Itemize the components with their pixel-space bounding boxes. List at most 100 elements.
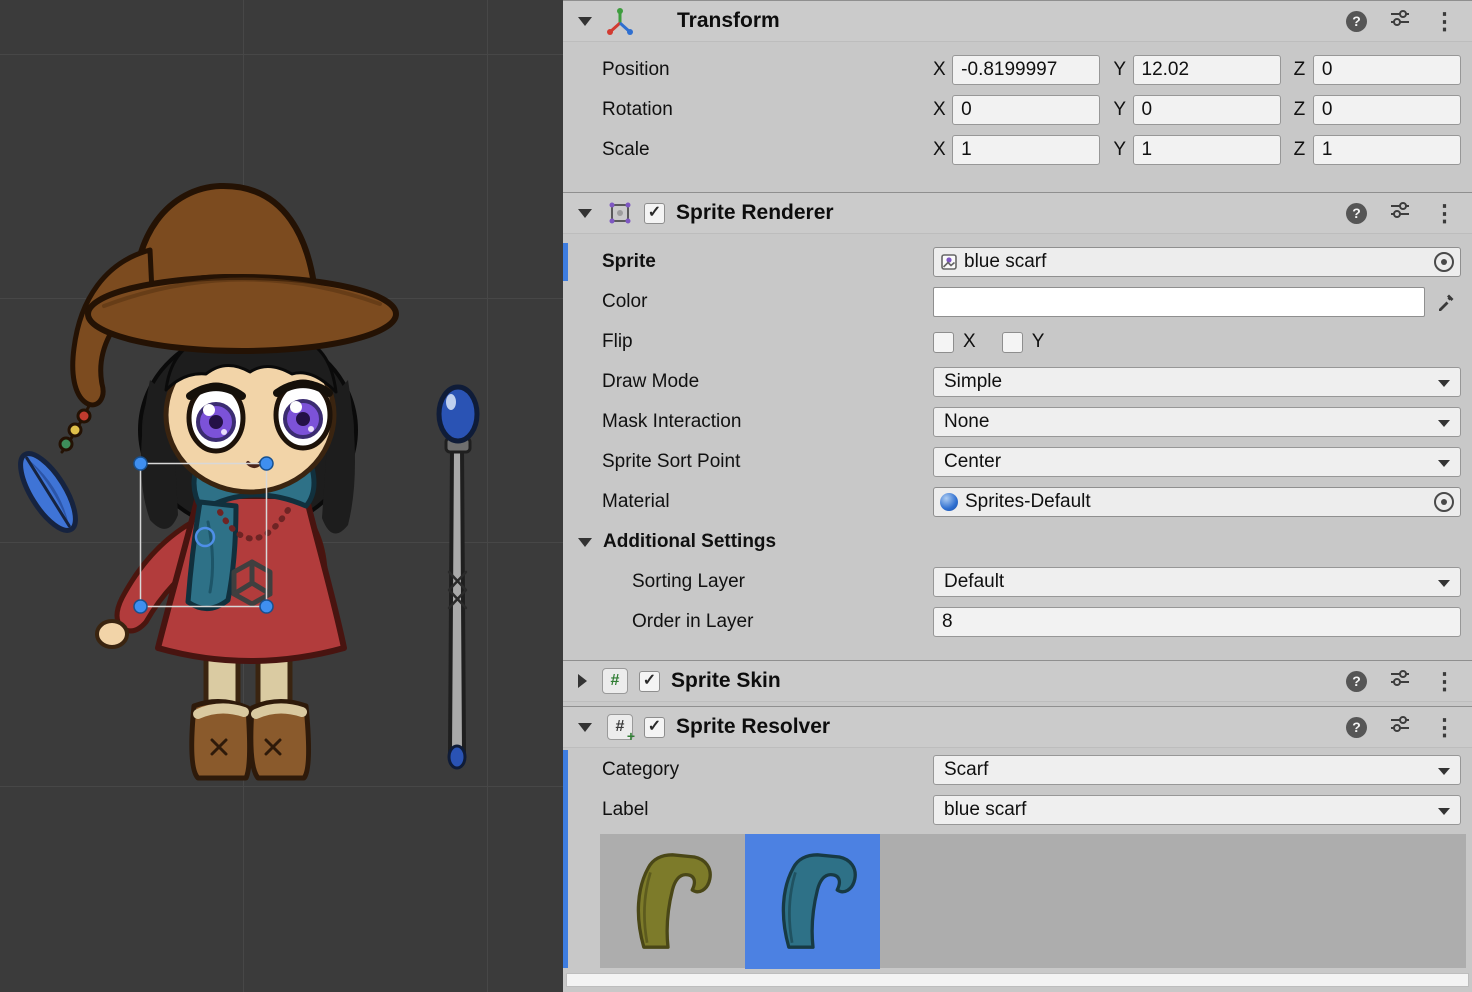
position-x-field[interactable] xyxy=(952,55,1100,85)
x-axis-label: X xyxy=(933,99,952,121)
z-axis-label: Z xyxy=(1294,59,1313,81)
sprite-renderer-header[interactable]: Sprite Renderer ? ⋮ xyxy=(563,192,1472,234)
more-menu-icon[interactable]: ⋮ xyxy=(1433,10,1456,33)
sprite-skin-header[interactable]: # Sprite Skin ? ⋮ xyxy=(563,660,1472,702)
order-in-layer-label: Order in Layer xyxy=(632,611,933,633)
foldout-open-icon[interactable] xyxy=(578,538,592,547)
script-plus-icon: #+ xyxy=(606,713,634,741)
scene-view[interactable] xyxy=(0,0,563,992)
flip-y-checkbox[interactable] xyxy=(1002,332,1023,353)
presets-icon[interactable] xyxy=(1389,199,1411,227)
order-in-layer-field[interactable] xyxy=(933,607,1461,637)
position-row: Position X Y Z xyxy=(563,50,1472,90)
object-picker-icon[interactable] xyxy=(1434,492,1454,512)
sprite-row: Sprite blue scarf xyxy=(563,242,1472,282)
sorting-layer-label: Sorting Layer xyxy=(632,571,933,593)
flip-x-label: X xyxy=(963,331,976,353)
sprite-resolver-title: Sprite Resolver xyxy=(676,715,830,739)
position-z-field[interactable] xyxy=(1313,55,1461,85)
eyedropper-icon[interactable] xyxy=(1431,287,1461,317)
mask-interaction-dropdown[interactable]: None xyxy=(933,407,1461,437)
mask-interaction-value: None xyxy=(944,411,989,433)
help-icon[interactable]: ? xyxy=(1346,11,1367,32)
label-value: blue scarf xyxy=(944,799,1026,821)
flip-x-checkbox[interactable] xyxy=(933,332,954,353)
color-swatch[interactable] xyxy=(933,287,1425,317)
transform-header[interactable]: Transform ? ⋮ xyxy=(563,0,1472,42)
material-object-field[interactable]: Sprites-Default xyxy=(933,487,1461,517)
more-menu-icon[interactable]: ⋮ xyxy=(1433,670,1456,693)
sprite-thumbnail-icon xyxy=(940,253,958,271)
material-sphere-icon xyxy=(940,493,958,511)
help-icon[interactable]: ? xyxy=(1346,717,1367,738)
label-row: Label blue scarf xyxy=(563,790,1472,830)
sprite-sort-point-label: Sprite Sort Point xyxy=(602,451,933,473)
additional-settings-row[interactable]: Additional Settings xyxy=(563,522,1472,562)
object-picker-icon[interactable] xyxy=(1434,252,1454,272)
sorting-layer-dropdown[interactable]: Default xyxy=(933,567,1461,597)
foldout-open-icon[interactable] xyxy=(578,17,592,26)
sprite-object-field[interactable]: blue scarf xyxy=(933,247,1461,277)
horizontal-scrollbar[interactable] xyxy=(566,973,1469,987)
scene-canvas[interactable] xyxy=(0,0,563,992)
unity-editor-window: Transform ? ⋮ Position X Y Z xyxy=(0,0,1472,992)
draw-mode-dropdown[interactable]: Simple xyxy=(933,367,1461,397)
sprite-sort-point-row: Sprite Sort Point Center xyxy=(563,442,1472,482)
rotation-y-field[interactable] xyxy=(1133,95,1281,125)
rotation-fields: X Y Z xyxy=(933,95,1461,125)
material-row: Material Sprites-Default xyxy=(563,482,1472,522)
presets-icon[interactable] xyxy=(1389,7,1411,35)
rotation-z-field[interactable] xyxy=(1313,95,1461,125)
category-label: Category xyxy=(602,759,933,781)
scale-y-field[interactable] xyxy=(1133,135,1281,165)
color-row: Color xyxy=(563,282,1472,322)
foldout-closed-icon[interactable] xyxy=(578,674,587,688)
more-menu-icon[interactable]: ⋮ xyxy=(1433,716,1456,739)
category-row: Category Scarf xyxy=(563,750,1472,790)
scale-z-field[interactable] xyxy=(1313,135,1461,165)
label-dropdown[interactable]: blue scarf xyxy=(933,795,1461,825)
flip-label: Flip xyxy=(602,331,933,353)
position-label: Position xyxy=(602,59,933,81)
sprite-renderer-icon xyxy=(606,199,634,227)
sprite-resolver-enabled-checkbox[interactable] xyxy=(644,717,665,738)
foldout-open-icon[interactable] xyxy=(578,723,592,732)
mask-interaction-row: Mask Interaction None xyxy=(563,402,1472,442)
position-fields: X Y Z xyxy=(933,55,1461,85)
presets-icon[interactable] xyxy=(1389,713,1411,741)
scale-x-field[interactable] xyxy=(952,135,1100,165)
sprite-resolver-body: Category Scarf Label blue scarf xyxy=(563,748,1472,830)
presets-icon[interactable] xyxy=(1389,667,1411,695)
rotation-x-field[interactable] xyxy=(952,95,1100,125)
z-axis-label: Z xyxy=(1294,99,1313,121)
inspector-panel: Transform ? ⋮ Position X Y Z xyxy=(563,0,1472,992)
help-icon[interactable]: ? xyxy=(1346,671,1367,692)
sprite-skin-enabled-checkbox[interactable] xyxy=(639,671,660,692)
order-in-layer-row: Order in Layer xyxy=(563,602,1472,642)
help-icon[interactable]: ? xyxy=(1346,203,1367,224)
sorting-layer-row: Sorting Layer Default xyxy=(563,562,1472,602)
sprite-renderer-title: Sprite Renderer xyxy=(676,201,834,225)
position-y-field[interactable] xyxy=(1133,55,1281,85)
inspector-bottom-strip xyxy=(563,968,1472,992)
sprite-label: Sprite xyxy=(602,251,933,273)
more-menu-icon[interactable]: ⋮ xyxy=(1433,202,1456,225)
category-dropdown[interactable]: Scarf xyxy=(933,755,1461,785)
sprite-skin-title: Sprite Skin xyxy=(671,669,781,693)
sprite-variant-strip xyxy=(600,834,1466,968)
sprite-sort-point-dropdown[interactable]: Center xyxy=(933,447,1461,477)
sprite-renderer-body: Sprite blue scarf xyxy=(563,234,1472,648)
draw-mode-label: Draw Mode xyxy=(602,371,933,393)
category-value: Scarf xyxy=(944,759,988,781)
y-axis-label: Y xyxy=(1113,139,1132,161)
sprite-renderer-enabled-checkbox[interactable] xyxy=(644,203,665,224)
z-axis-label: Z xyxy=(1294,139,1313,161)
scale-label: Scale xyxy=(602,139,933,161)
rotation-row: Rotation X Y Z xyxy=(563,90,1472,130)
color-label: Color xyxy=(602,291,933,313)
foldout-open-icon[interactable] xyxy=(578,209,592,218)
sprite-sort-point-value: Center xyxy=(944,451,1001,473)
variant-thumb-green-scarf[interactable] xyxy=(600,834,735,969)
variant-thumb-blue-scarf[interactable] xyxy=(745,834,880,969)
sprite-resolver-header[interactable]: #+ Sprite Resolver ? ⋮ xyxy=(563,706,1472,748)
